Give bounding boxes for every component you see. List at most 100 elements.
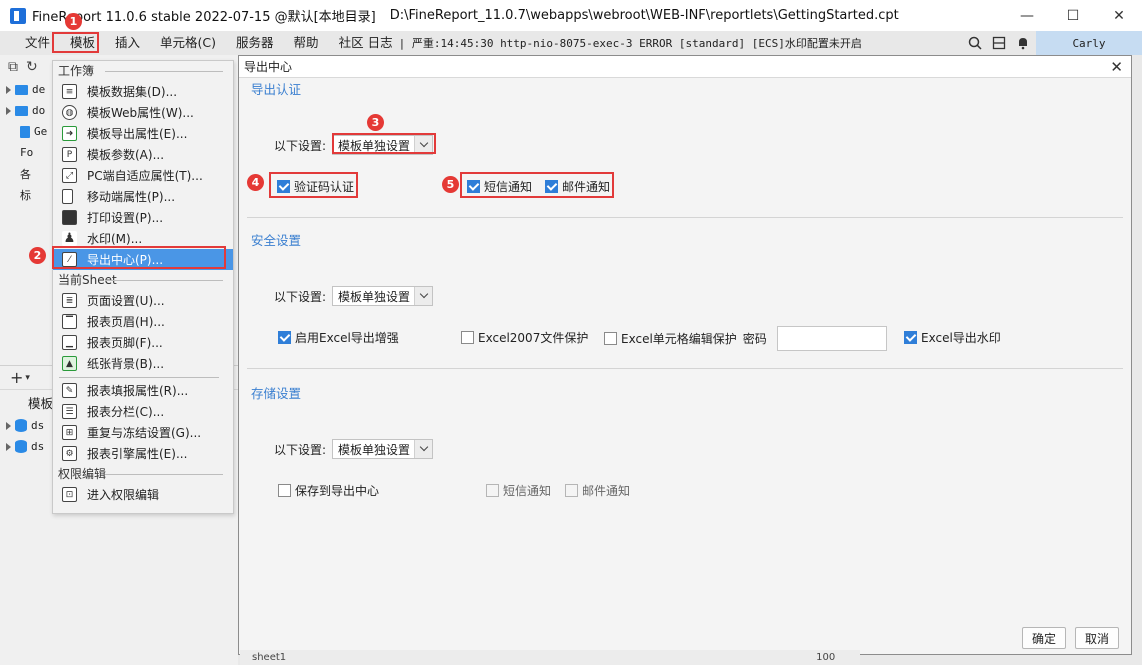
menu-item-template-parameter[interactable]: P 模板参数(A)... [53,144,233,165]
export-center-dialog: 导出中心 ✕ 导出认证 以下设置: 模板单独设置 验证码认证 短信通知 邮件通知… [238,55,1132,655]
columns-icon: ☰ [62,404,77,419]
security-setting-row: 以下设置: 模板单独设置 [274,286,434,306]
new-icon[interactable]: ⧉ [8,59,18,75]
storage-setting-row: 以下设置: 模板单独设置 [274,439,434,459]
menu-cell[interactable]: 单元格(C) [150,31,226,55]
zoom-level[interactable]: 100 [816,652,835,663]
menu-item-paper-background[interactable]: ▲ 纸张背景(B)... [53,353,233,374]
storage-sms-checkbox[interactable]: 短信通知 [486,482,551,499]
chevron-down-icon [414,136,433,154]
ok-button[interactable]: 确定 [1022,627,1066,649]
permission-icon: ⊡ [62,487,77,502]
export-icon: ➜ [62,126,77,141]
user-name[interactable]: Carly [1036,31,1142,55]
menu-item-mobile[interactable]: 移动端属性(P)... [53,186,233,207]
menu-template[interactable]: 模板 [60,31,105,55]
annotation-badge-5: 5 [442,176,459,193]
menu-item-report-footer[interactable]: ▁ 报表页脚(F)... [53,332,233,353]
menu-item-watermark[interactable]: ♟ 水印(M)... [53,228,233,249]
password-input[interactable] [776,326,887,351]
checkbox-unchecked-icon [604,332,617,345]
security-title: 安全设置 [251,233,302,248]
menu-item-pc-adaptive[interactable]: ⤢ PC端自适应属性(T)... [53,165,233,186]
minimize-button[interactable]: — [1004,0,1050,31]
menu-community[interactable]: 社区 [329,31,366,55]
stamp-icon: ♟ [62,231,77,246]
annotation-badge-4: 4 [247,174,264,191]
menu-item-permission-edit[interactable]: ⊡ 进入权限编辑 [53,484,233,505]
menu-section-permission: 权限编辑 [53,464,233,484]
excel-enhance-checkbox[interactable]: 启用Excel导出增强 [278,329,399,346]
menu-item-page-setup[interactable]: ≣ 页面设置(U)... [53,290,233,311]
menubar-icons [968,31,1030,55]
engine-icon: ⚙ [62,446,77,461]
checkbox-unchecked-icon [461,331,474,344]
menu-help[interactable]: 帮助 [284,31,329,55]
chevron-down-icon [414,440,433,458]
storage-title: 存储设置 [251,386,302,401]
database-icon [15,440,27,453]
menu-item-repeat-freeze[interactable]: ⊞ 重复与冻结设置(G)... [53,422,233,443]
folder-icon [15,84,28,95]
cell-protect-checkbox[interactable]: Excel单元格编辑保护 [604,330,737,347]
menu-log[interactable]: 日志 [366,31,397,55]
header-icon: ▔ [62,314,77,329]
menu-section-workbook: 工作簿 [53,61,233,81]
template-menu-dropdown: 工作簿 ≡ 模板数据集(D)... ◍ 模板Web属性(W)... ➜ 模板导出属性(… [52,60,234,514]
export-auth-setting-select[interactable]: 模板单独设置 [332,135,434,155]
checkbox-disabled-icon [565,484,578,497]
excel2007-protect-checkbox[interactable]: Excel2007文件保护 [461,329,588,346]
menu-item-report-engine[interactable]: ⚙ 报表引擎属性(E)... [53,443,233,464]
finereport-logo-icon [10,7,26,24]
page-setup-icon: ≣ [62,293,77,308]
security-setting-select[interactable]: 模板单独设置 [332,286,434,306]
menu-item-template-export[interactable]: ➜ 模板导出属性(E)... [53,123,233,144]
bell-icon[interactable] [1016,36,1030,50]
checkbox-unchecked-icon [278,484,291,497]
chevron-down-icon [414,287,433,305]
title-bar: FineReport 11.0.6 stable 2022-07-15 @默认[… [0,0,1142,31]
excel-watermark-checkbox[interactable]: Excel导出水印 [904,329,1001,346]
menu-item-print-setting[interactable]: 打印设置(P)... [53,207,233,228]
menu-item-export-center[interactable]: ⁄ 导出中心(P)... [53,249,233,270]
menu-item-template-web[interactable]: ◍ 模板Web属性(W)... [53,102,233,123]
save-export-center-checkbox[interactable]: 保存到导出中心 [278,482,379,499]
export-auth-sms-checkbox[interactable]: 短信通知 [467,178,532,195]
checkbox-checked-icon [467,180,480,193]
menu-insert[interactable]: 插入 [105,31,150,55]
checkbox-disabled-icon [486,484,499,497]
dialog-close-icon[interactable]: ✕ [1110,58,1123,76]
security-setting-label: 以下设置: [274,289,327,304]
folder-icon [15,105,28,116]
database-icon: ≡ [62,84,77,99]
checkbox-checked-icon [545,180,558,193]
search-icon[interactable] [968,36,982,50]
storage-email-checkbox[interactable]: 邮件通知 [565,482,630,499]
sheet-tab[interactable]: sheet1 [252,652,286,663]
fill-report-icon: ✎ [62,383,77,398]
cancel-button[interactable]: 取消 [1075,627,1119,649]
menu-bar: 文件 模板 插入 单元格(C) 服务器 帮助 社区 日志 | 严重:14:45:… [0,31,1142,55]
menu-server[interactable]: 服务器 [226,31,284,55]
menu-item-template-dataset[interactable]: ≡ 模板数据集(D)... [53,81,233,102]
log-message: | 严重:14:45:30 http-nio-8075-exec-3 ERROR… [398,37,862,50]
checkbox-checked-icon [277,180,290,193]
dialog-title: 导出中心 [239,56,1131,78]
export-auth-email-checkbox[interactable]: 邮件通知 [545,178,610,195]
menu-item-fill-report[interactable]: ✎ 报表填报属性(R)... [53,380,233,401]
storage-setting-select[interactable]: 模板单独设置 [332,439,434,459]
refresh-icon[interactable]: ↻ [26,59,38,75]
checkbox-checked-icon [278,331,291,344]
menu-item-report-columns[interactable]: ☰ 报表分栏(C)... [53,401,233,422]
layers-icon[interactable] [992,36,1006,50]
adaptive-icon: ⤢ [62,168,77,183]
menu-file[interactable]: 文件 [0,31,60,55]
annotation-badge-2: 2 [29,247,46,264]
cell-protect-row: Excel单元格编辑保护 密码 [604,326,887,351]
menu-item-report-header[interactable]: ▔ 报表页眉(H)... [53,311,233,332]
printer-icon [62,210,77,225]
close-window-button[interactable]: ✕ [1096,0,1142,31]
storage-setting-label: 以下设置: [274,442,327,457]
maximize-button[interactable]: ☐ [1050,0,1096,31]
captcha-checkbox[interactable]: 验证码认证 [277,178,354,195]
